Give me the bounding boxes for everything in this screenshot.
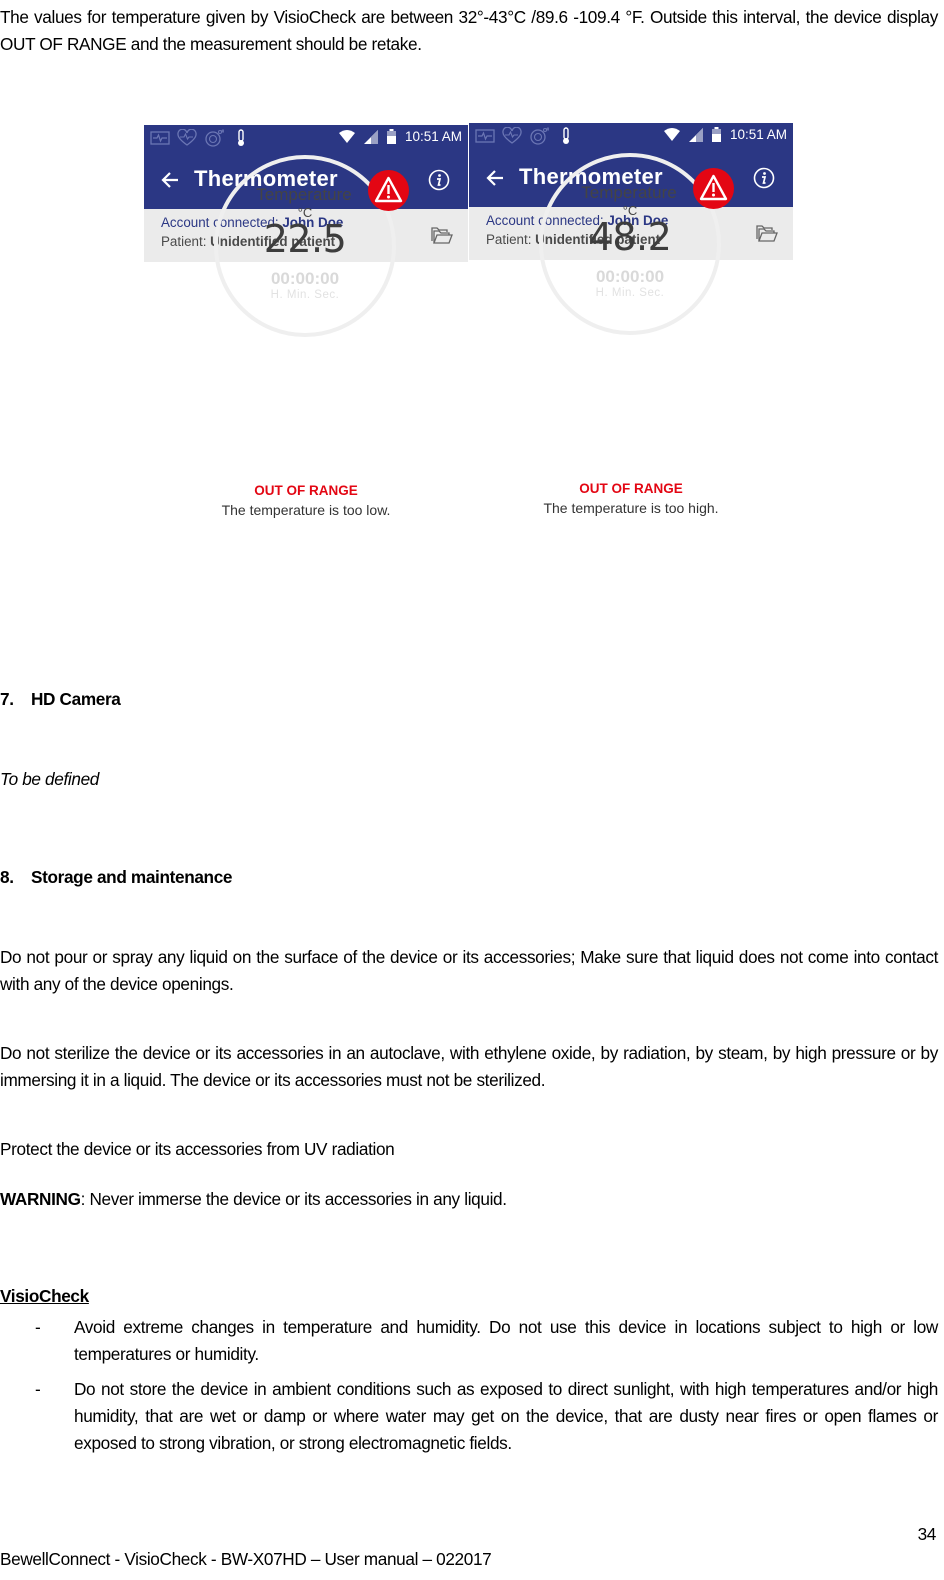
status-bar: 10:51 AM [469,123,793,150]
warning-text: : Never immerse the device or its access… [80,1189,507,1209]
folder-icon[interactable] [429,224,453,246]
status-bar: 10:51 AM [144,125,468,152]
out-of-range-message: The temperature is too high. [543,500,719,516]
thermometer-icon [563,127,569,144]
list-item-text: Avoid extreme changes in temperature and… [74,1317,938,1364]
timer-label: H. Min. Sec. [595,287,665,299]
temperature-value: 22.5 [263,217,347,261]
section-heading-hd-camera: 7. HD Camera [0,686,121,713]
section-body-to-be-defined: To be defined [0,769,99,789]
timer-value: 00:00:00 [595,267,665,286]
paragraph-liquid: Do not pour or spray any liquid on the s… [0,947,938,994]
back-arrow-icon[interactable] [483,166,507,190]
paragraph-sterilize: Do not sterilize the device or its acces… [0,1043,938,1090]
phone-screenshot-high: 10:51 AM Thermometer Account connected: … [469,123,793,543]
bullet-marker: - [35,1317,41,1337]
wifi-icon [663,127,680,141]
paragraph-uv: Protect the device or its accessories fr… [0,1139,395,1159]
ecg-icon [475,129,495,143]
section-heading-storage: 8. Storage and maintenance [0,864,232,891]
heart-rate-icon [502,127,522,144]
battery-icon [711,127,721,142]
oximeter-icon [205,129,224,147]
ecg-icon [150,131,170,145]
bullet-marker: - [35,1379,41,1399]
section-title: Storage and maintenance [31,867,233,887]
warning-triangle-icon [699,174,728,201]
list-item-text: Do not store the device in ambient condi… [74,1379,938,1453]
wifi-icon [338,129,355,143]
info-icon[interactable] [753,167,775,189]
signal-icon [688,127,703,142]
page-number: 34 [917,1524,937,1544]
out-of-range-title: OUT OF RANGE [579,481,683,496]
temperature-gauge: Temperature °C 48.2 00:00:00 H. Min. Sec… [539,153,734,335]
section-title: HD Camera [31,689,121,709]
temperature-gauge: Temperature °C 22.5 00:00:00 H. Min. Sec… [214,155,409,337]
battery-icon [386,129,396,144]
warning-triangle-icon [374,176,403,203]
list-item: - Avoid extreme changes in temperature a… [0,1314,938,1368]
warning-label: WARNING [0,1189,81,1209]
visiocheck-subheading: VisioCheck [0,1286,89,1306]
timer-label: H. Min. Sec. [270,289,340,301]
folder-icon[interactable] [754,222,778,244]
info-icon[interactable] [428,169,450,191]
warning-badge [368,170,409,211]
out-of-range-title: OUT OF RANGE [254,483,358,498]
warning-badge [693,168,734,209]
timer-value: 00:00:00 [270,269,340,288]
section-number: 8. [0,867,14,887]
back-arrow-icon[interactable] [158,168,182,192]
thermometer-icon [238,129,244,146]
intro-paragraph: The values for temperature given by Visi… [0,7,938,54]
footer-text: BewellConnect - VisioCheck - BW-X07HD – … [0,1549,492,1569]
list-item: - Do not store the device in ambient con… [0,1376,938,1457]
status-time: 10:51 AM [404,129,462,144]
temperature-value: 48.2 [588,215,672,259]
phone-screenshot-low: 10:51 AM Thermometer Account connected: … [144,125,468,545]
status-time: 10:51 AM [729,127,787,142]
oximeter-icon [530,127,549,145]
signal-icon [363,129,378,144]
warning-paragraph: WARNING: Never immerse the device or its… [0,1186,507,1213]
heart-rate-icon [177,129,197,146]
out-of-range-message: The temperature is too low. [221,502,391,518]
section-number: 7. [0,689,14,709]
